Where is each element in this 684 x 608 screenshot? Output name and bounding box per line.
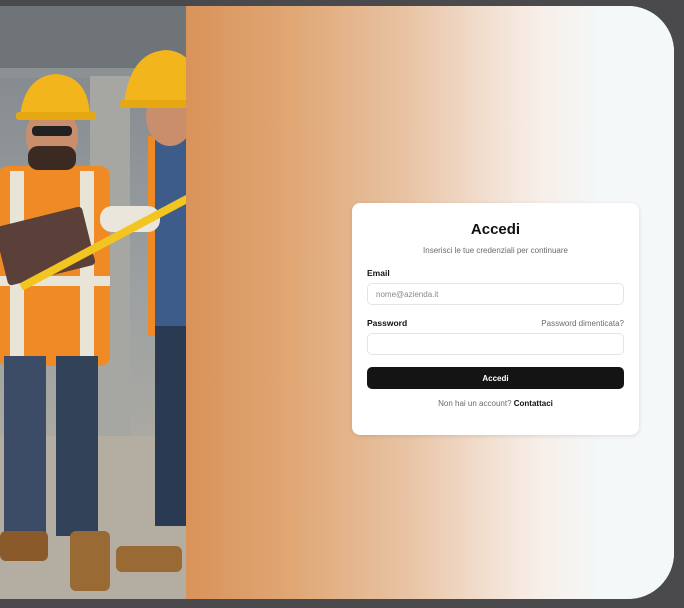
signup-prompt: Non hai un account? Contattaci bbox=[367, 399, 624, 408]
email-field[interactable] bbox=[367, 283, 624, 305]
construction-workers-image bbox=[0, 6, 186, 599]
password-label-row: Password Password dimenticata? bbox=[367, 318, 624, 328]
signup-prompt-text: Non hai un account? bbox=[438, 399, 512, 408]
page-subtitle: Inserisci le tue credenziali per continu… bbox=[423, 246, 568, 255]
page-title: Accedi bbox=[470, 221, 521, 238]
email-label-row: Email bbox=[367, 268, 624, 278]
login-button[interactable]: Accedi bbox=[367, 367, 624, 389]
contact-link[interactable]: Contattaci bbox=[514, 399, 553, 408]
password-field[interactable] bbox=[367, 333, 624, 355]
email-label: Email bbox=[367, 268, 390, 278]
app-window: Accedi Inserisci le tue credenziali per … bbox=[0, 6, 674, 599]
hero-photo bbox=[0, 6, 186, 599]
forgot-password-link[interactable]: Password dimenticata? bbox=[541, 319, 624, 328]
login-card: Accedi Inserisci le tue credenziali per … bbox=[352, 203, 639, 435]
password-label: Password bbox=[367, 318, 408, 328]
